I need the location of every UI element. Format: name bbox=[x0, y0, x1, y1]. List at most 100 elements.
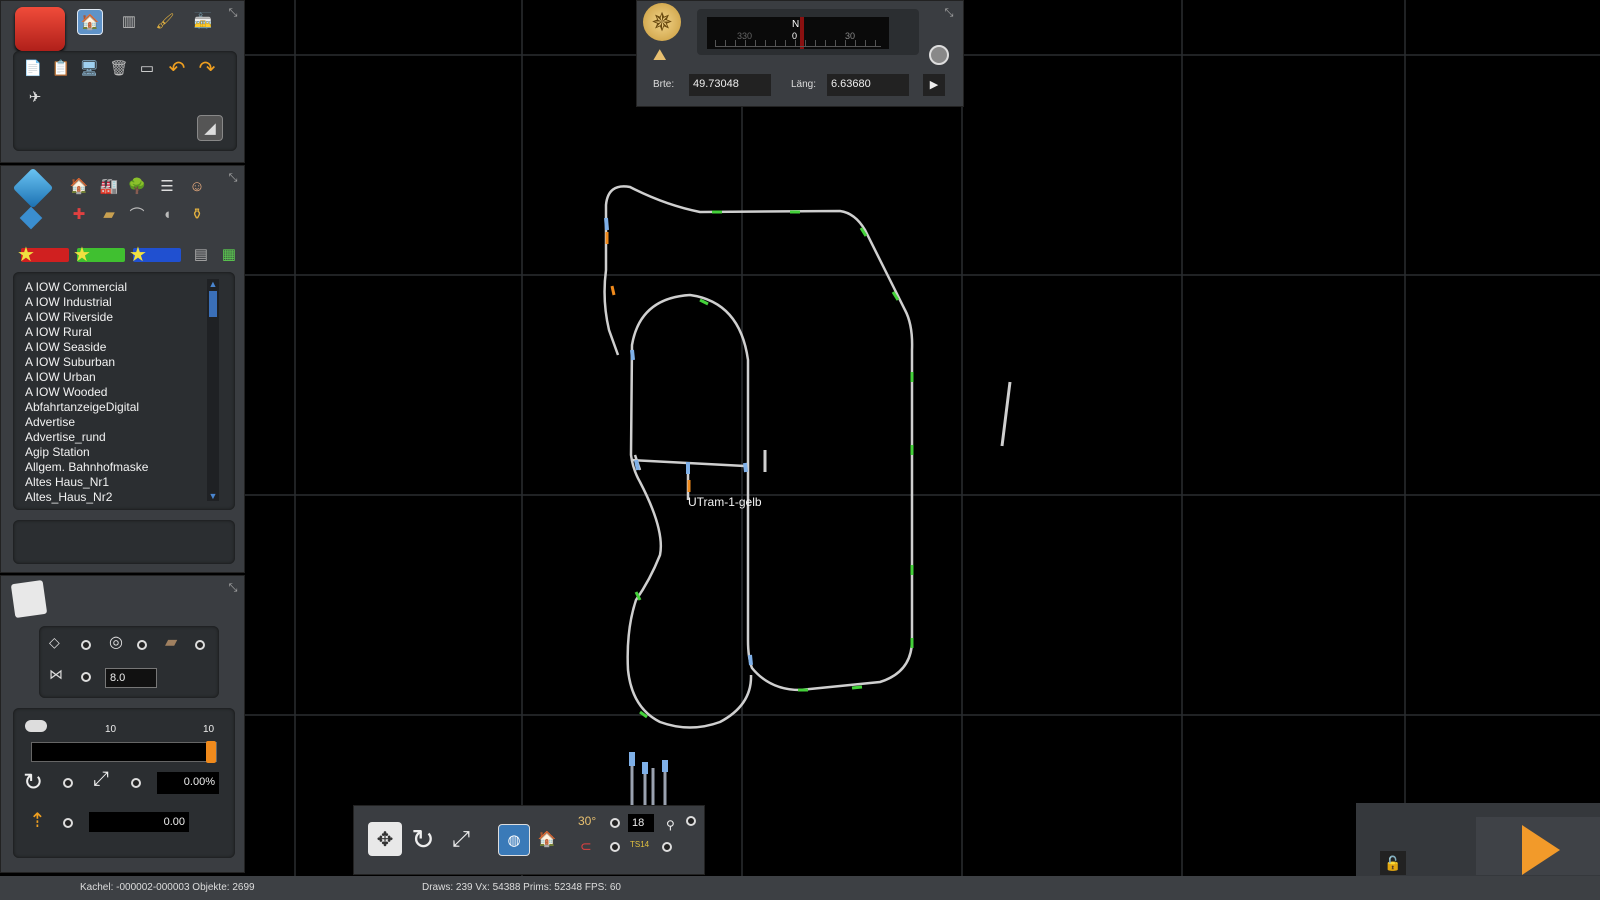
count-input[interactable]: 18 bbox=[628, 814, 654, 832]
track-markers-green bbox=[634, 210, 914, 719]
object-snap-radio[interactable] bbox=[137, 640, 147, 650]
height-icon[interactable]: ⇡ bbox=[29, 808, 46, 833]
list-item[interactable]: Allgem. Bahnhofmaske bbox=[25, 460, 205, 475]
vehicle-label[interactable]: UTram-1-gelb bbox=[688, 495, 762, 509]
compass-ticks bbox=[715, 40, 881, 47]
magnet-icon[interactable]: ⊂ bbox=[580, 838, 592, 855]
tracks-category-icon[interactable]: ☰ bbox=[155, 174, 179, 198]
scale-slider[interactable] bbox=[31, 741, 217, 763]
object-snap-icon: ◎ bbox=[109, 634, 123, 651]
eraser-icon[interactable]: ◢ bbox=[197, 115, 223, 141]
list-item[interactable]: Altes Haus_Nr1 bbox=[25, 475, 205, 490]
pin-icon[interactable]: ⤡ bbox=[227, 582, 239, 594]
document-icon[interactable] bbox=[10, 579, 48, 619]
buildings-category-icon[interactable]: 🏠 bbox=[67, 174, 91, 198]
unlock-icon[interactable]: 🔓 bbox=[1380, 851, 1406, 875]
grid-snap-radio[interactable] bbox=[81, 672, 91, 682]
lock-radio[interactable] bbox=[686, 816, 696, 826]
goods-category-icon[interactable]: ⚱ bbox=[185, 202, 209, 226]
pin-icon[interactable]: ⤡ bbox=[227, 172, 239, 184]
signals-category-icon[interactable]: ✚ bbox=[67, 202, 91, 226]
compass-rose-icon[interactable]: ✵ bbox=[643, 3, 681, 41]
rotate-icon[interactable]: ↻ bbox=[23, 768, 43, 797]
list-item[interactable]: Advertise_rund bbox=[25, 430, 205, 445]
paint-brush-icon[interactable]: 🖌 bbox=[153, 9, 177, 33]
delete-icon[interactable]: 🗑 bbox=[107, 56, 131, 80]
camera-icon[interactable]: ⛰ bbox=[653, 47, 666, 65]
track-snap-radio[interactable] bbox=[195, 640, 205, 650]
toggle-icon[interactable] bbox=[25, 720, 47, 732]
magnet-radio[interactable] bbox=[610, 842, 620, 852]
list-scrollbar[interactable]: ▲ ▼ bbox=[207, 279, 219, 501]
move-tool-icon[interactable]: ✈ bbox=[23, 85, 47, 109]
scale-slider-handle[interactable] bbox=[206, 741, 216, 763]
home-view-icon[interactable]: 🏠 bbox=[532, 824, 562, 854]
resize-icon[interactable]: ⤢ bbox=[93, 768, 109, 791]
sound-category-icon[interactable]: ◖ bbox=[155, 202, 179, 226]
list-item[interactable]: Agip Station bbox=[25, 445, 205, 460]
lock-icon[interactable]: ⚲ bbox=[666, 818, 675, 832]
go-to-location-button[interactable]: ▶ bbox=[923, 74, 945, 96]
rotation-input[interactable]: 0.00% bbox=[157, 772, 219, 794]
grid-view-icon[interactable]: ▦ bbox=[217, 242, 241, 266]
pin-icon[interactable]: ⤡ bbox=[943, 7, 955, 19]
height-input[interactable]: 0.00 bbox=[89, 812, 189, 832]
compass-strip[interactable]: N 330 0 30 bbox=[697, 9, 919, 55]
track-mode-icon[interactable]: ▥ bbox=[117, 9, 141, 33]
shadow-quality-icon[interactable]: 30° bbox=[578, 814, 596, 828]
small-cube-icon[interactable] bbox=[19, 206, 43, 230]
list-view-icon[interactable]: ▤ bbox=[189, 242, 213, 266]
list-item[interactable]: Advertise bbox=[25, 415, 205, 430]
list-item[interactable]: A IOW Suburban bbox=[25, 355, 205, 370]
list-item[interactable]: A IOW Commercial bbox=[25, 280, 205, 295]
scale-view-icon[interactable]: ⤢ bbox=[444, 822, 478, 856]
list-item[interactable]: AbfahrtanzeigeDigital bbox=[25, 400, 205, 415]
redo-icon[interactable]: ↷ bbox=[195, 56, 219, 80]
toolbox-icon[interactable] bbox=[15, 7, 65, 51]
fullscreen-icon[interactable]: ✥ bbox=[368, 822, 402, 856]
list-item[interactable]: A IOW Riverside bbox=[25, 310, 205, 325]
loose-track-pieces bbox=[763, 381, 1012, 472]
scroll-up-icon[interactable]: ▲ bbox=[207, 279, 219, 289]
bridges-category-icon[interactable]: ⌒ bbox=[125, 202, 149, 226]
copy-icon[interactable]: 📄 bbox=[21, 56, 45, 80]
latitude-input[interactable]: 49.73048 bbox=[689, 74, 771, 96]
height-radio[interactable] bbox=[63, 818, 73, 828]
industry-category-icon[interactable]: 🏭 bbox=[97, 174, 121, 198]
list-item[interactable]: A IOW Seaside bbox=[25, 340, 205, 355]
platforms-category-icon[interactable]: ▰ bbox=[97, 202, 121, 226]
main-tools-panel: ⤡ 🏠 ▥ 🖌 🚋 📄 📋 🖥 🗑 ▭ ↶ ↷ ✈ ◢ bbox=[0, 0, 245, 163]
surface-snap-radio[interactable] bbox=[81, 640, 91, 650]
compass-scale: N 330 0 30 bbox=[707, 17, 889, 49]
longitude-input[interactable]: 6.63680 bbox=[827, 74, 909, 96]
longitude-label: Läng: bbox=[791, 79, 817, 90]
list-item[interactable]: A IOW Rural bbox=[25, 325, 205, 340]
cube-icon[interactable] bbox=[12, 167, 54, 209]
paste-icon[interactable]: 📋 bbox=[49, 56, 73, 80]
rotate-radio[interactable] bbox=[63, 778, 73, 788]
list-item[interactable]: A IOW Industrial bbox=[25, 295, 205, 310]
screenshot-icon[interactable]: ▭ bbox=[135, 56, 159, 80]
ts-radio[interactable] bbox=[662, 842, 672, 852]
list-item[interactable]: A IOW Wooded bbox=[25, 385, 205, 400]
nature-category-icon[interactable]: 🌳 bbox=[125, 174, 149, 198]
star-icon: ★ bbox=[129, 244, 147, 266]
list-item[interactable]: Altes_Haus_Nr2 bbox=[25, 490, 205, 505]
play-button[interactable] bbox=[1476, 817, 1600, 875]
scroll-down-icon[interactable]: ▼ bbox=[207, 491, 219, 501]
monitor-icon[interactable]: 🖥 bbox=[77, 56, 101, 80]
world-view-icon[interactable]: ◍ bbox=[498, 824, 530, 856]
shadow-radio[interactable] bbox=[610, 818, 620, 828]
rotate-view-icon[interactable]: ↻ bbox=[406, 822, 440, 856]
resize-radio[interactable] bbox=[131, 778, 141, 788]
people-category-icon[interactable]: ☺ bbox=[185, 174, 209, 198]
scroll-thumb[interactable] bbox=[209, 291, 217, 317]
undo-icon[interactable]: ↶ bbox=[165, 56, 189, 80]
driver-mode-panel: 🔓 bbox=[1356, 803, 1600, 876]
home-mode-icon[interactable]: 🏠 bbox=[77, 9, 103, 35]
grid-size-input[interactable]: 8.0 bbox=[105, 668, 157, 688]
camera-reset-icon[interactable] bbox=[929, 45, 949, 65]
list-item[interactable]: A IOW Urban bbox=[25, 370, 205, 385]
train-mode-icon[interactable]: 🚋 bbox=[191, 9, 215, 33]
pin-icon[interactable]: ⤡ bbox=[227, 7, 239, 19]
